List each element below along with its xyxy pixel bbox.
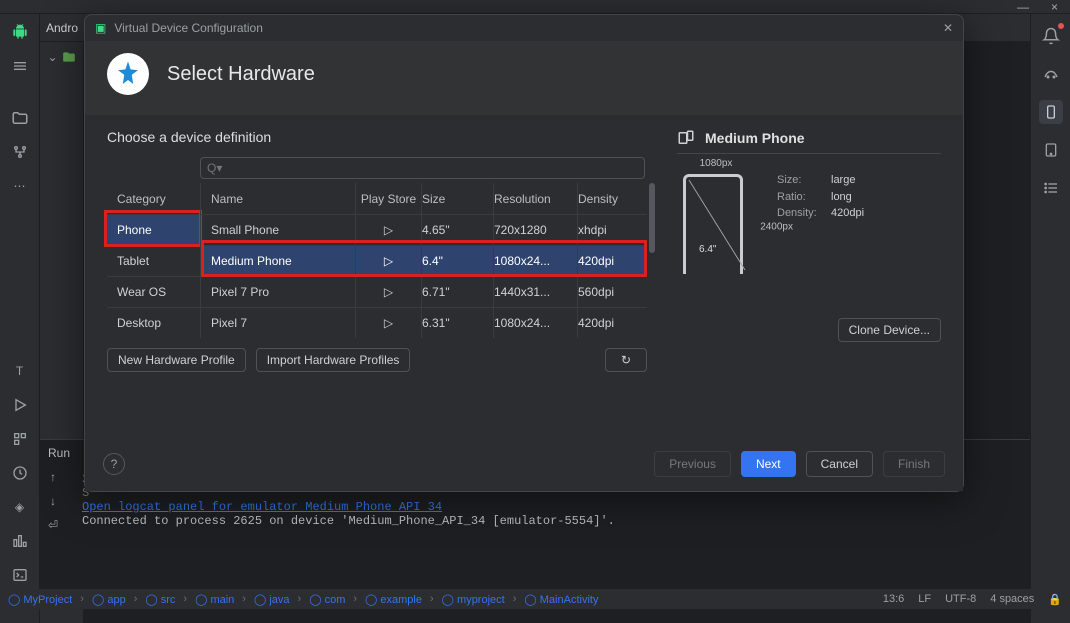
run-tab-label[interactable]: Run [48, 446, 70, 460]
finish-button: Finish [883, 451, 945, 477]
android-icon[interactable] [8, 20, 32, 44]
wizard-badge-icon [107, 53, 149, 95]
text-icon[interactable]: T [8, 359, 32, 383]
category-item-wear[interactable]: Wear OS [107, 276, 200, 307]
window-close[interactable]: × [1051, 0, 1058, 14]
log-line: Connected to process 2625 on device 'Med… [82, 514, 615, 528]
section-title: Choose a device definition [107, 129, 647, 145]
playstore-icon: ▷ [384, 254, 393, 268]
device-search-input[interactable] [200, 157, 645, 179]
category-item-phone[interactable]: Phone [107, 214, 200, 245]
device-row[interactable]: Medium Phone ▷ 6.4" 1080x24... 420dpi [201, 245, 647, 276]
status-bar: ◯ MyProject›◯ app›◯ src›◯ main›◯ java›◯ … [0, 589, 1070, 609]
inspect-icon[interactable]: ◈ [8, 495, 32, 519]
help-button[interactable]: ? [103, 453, 125, 475]
refresh-button[interactable]: ↻ [605, 348, 647, 372]
window-minimize[interactable]: — [1017, 0, 1029, 14]
category-item-tablet[interactable]: Tablet [107, 245, 200, 276]
clone-device-button[interactable]: Clone Device... [838, 318, 941, 342]
device-row[interactable]: Small Phone ▷ 4.65" 720x1280 xhdpi [201, 214, 647, 245]
dialog-header: Select Hardware [167, 63, 315, 86]
build-icon[interactable] [8, 427, 32, 451]
list-icon[interactable] [1039, 176, 1063, 200]
softwrap-icon[interactable]: ⏎ [48, 518, 58, 532]
structure-icon[interactable] [8, 140, 32, 164]
device-row[interactable]: Pixel 7 Pro ▷ 6.71" 1440x31... 560dpi [201, 276, 647, 307]
profiler-icon[interactable] [8, 529, 32, 553]
folder-icon[interactable] [8, 106, 32, 130]
scroll-down-icon[interactable]: ↓ [50, 494, 56, 508]
history-icon[interactable] [8, 461, 32, 485]
new-hardware-profile-button[interactable]: New Hardware Profile [107, 348, 246, 372]
dialog-title: Virtual Device Configuration [114, 21, 263, 35]
category-header: Category [107, 183, 200, 214]
line-separator[interactable]: LF [918, 593, 931, 606]
preview-title: Medium Phone [705, 130, 805, 146]
device-table-header: Name Play Store Size Resolution Density [201, 183, 647, 214]
indent-settings[interactable]: 4 spaces [990, 593, 1034, 606]
more-icon[interactable]: ⋯ [8, 174, 32, 198]
breadcrumbs[interactable]: ◯ MyProject›◯ app›◯ src›◯ main›◯ java›◯ … [8, 593, 598, 606]
terminal-icon[interactable] [8, 563, 32, 587]
next-button[interactable]: Next [741, 451, 796, 477]
menu-icon[interactable] [8, 54, 32, 78]
emulator-icon[interactable] [1039, 138, 1063, 162]
playstore-icon: ▷ [384, 285, 393, 299]
window-titlebar: — × [0, 0, 1070, 14]
close-icon[interactable]: ✕ [943, 21, 953, 35]
playstore-icon: ▷ [384, 316, 393, 330]
category-item-desktop[interactable]: Desktop [107, 307, 200, 338]
run-icon[interactable] [8, 393, 32, 417]
cancel-button[interactable]: Cancel [806, 451, 873, 477]
import-hardware-profiles-button[interactable]: Import Hardware Profiles [256, 348, 411, 372]
playstore-icon: ▷ [384, 223, 393, 237]
android-icon: ▣ [95, 21, 106, 35]
right-tool-rail [1030, 14, 1070, 623]
logcat-link[interactable]: Open logcat panel for emulator Medium Ph… [82, 500, 442, 514]
scrollbar[interactable] [649, 183, 655, 253]
caret-position[interactable]: 13:6 [883, 593, 904, 606]
project-view-label: Andro [46, 21, 78, 35]
gradle-icon[interactable] [1039, 62, 1063, 86]
devices-icon [677, 129, 695, 147]
device-manager-icon[interactable] [1039, 100, 1063, 124]
device-preview: 1080px 2400px 6.4" [677, 172, 755, 282]
file-encoding[interactable]: UTF-8 [945, 593, 976, 606]
notifications-icon[interactable] [1039, 24, 1063, 48]
scroll-up-icon[interactable]: ↑ [50, 470, 56, 484]
previous-button: Previous [654, 451, 731, 477]
device-specs: Size:large Ratio:long Density:420dpi [777, 172, 864, 222]
left-tool-rail: ⋯ T ◈ [0, 14, 40, 623]
device-config-dialog: ▣ Virtual Device Configuration ✕ Select … [84, 14, 964, 492]
lock-icon[interactable]: 🔒 [1048, 593, 1062, 606]
device-row[interactable]: Pixel 7 ▷ 6.31" 1080x24... 420dpi [201, 307, 647, 338]
